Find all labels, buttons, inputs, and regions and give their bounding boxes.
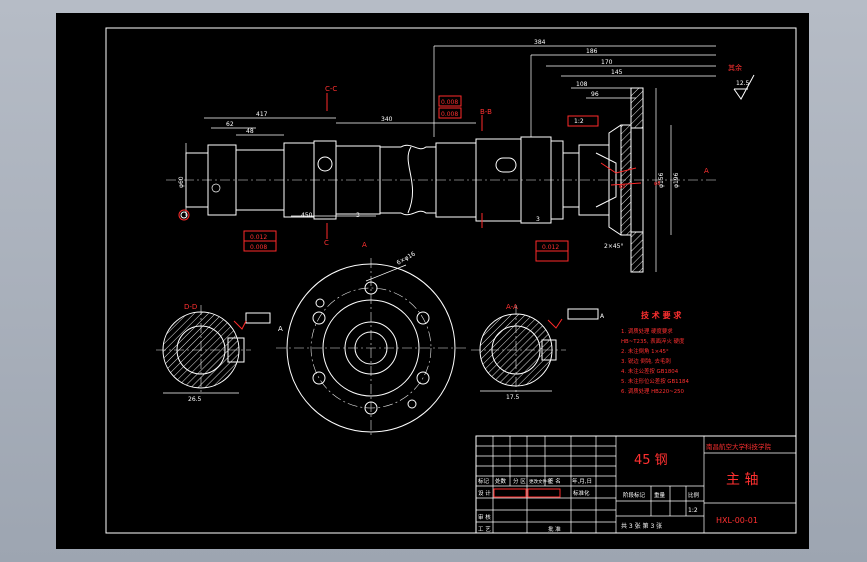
section-right: A-A 17.5 A — [471, 303, 605, 401]
svg-text:年,月,日: 年,月,日 — [572, 477, 592, 485]
title-block: 标记 处数 分 区 更改文件号 签 名 年,月,日 设 计 标准化 审 核 工 … — [475, 435, 797, 534]
datum-a: A — [278, 325, 283, 333]
dim-left-len: 417 — [256, 111, 268, 118]
dim-145: 145 — [611, 69, 623, 76]
section-mark-b-top: B-B — [480, 108, 492, 116]
cad-drawing: 384 186 170 145 108 96 417 62 48 340 φ60… — [105, 27, 797, 534]
svg-text:阶段标记: 阶段标记 — [623, 491, 646, 499]
dim-overall: 384 — [534, 39, 546, 46]
dim-bottom-3a: 3 — [356, 212, 360, 219]
svg-text:重量: 重量 — [654, 491, 666, 499]
svg-text:设 计: 设 计 — [478, 489, 491, 497]
dim-shaft-len: 340 — [381, 116, 393, 123]
svg-text:5. 未注形位公差按 GB1184: 5. 未注形位公差按 GB1184 — [621, 377, 689, 385]
svg-text:HB~T235, 表面淬火 硬度: HB~T235, 表面淬火 硬度 — [621, 337, 685, 345]
tech-req-title: 技 术 要 求 — [641, 310, 682, 320]
svg-text:2. 未注倒角 1×45°: 2. 未注倒角 1×45° — [621, 347, 669, 355]
svg-text:标记: 标记 — [478, 477, 490, 485]
dim-170: 170 — [601, 59, 613, 66]
dim-bottom-3b: 3 — [536, 216, 540, 223]
svg-text:0.012: 0.012 — [250, 234, 267, 241]
scale-value: 1:2 — [688, 507, 698, 514]
svg-text:0.008: 0.008 — [441, 111, 458, 118]
dim-ratio: 1:2 — [574, 118, 584, 125]
section-left: D-D 26.5 — [156, 303, 271, 403]
section-left-width: 26.5 — [188, 396, 202, 403]
svg-text:φ8: φ8 — [619, 184, 625, 190]
svg-text:A: A — [600, 313, 605, 320]
section-label-left: D-D — [184, 303, 197, 311]
roughness-note: 其余 — [728, 63, 742, 72]
drawing-sheet: 384 186 170 145 108 96 417 62 48 340 φ60… — [56, 13, 809, 549]
svg-text:审 核: 审 核 — [478, 513, 491, 521]
svg-text:6. 调质处理 HB220~250: 6. 调质处理 HB220~250 — [621, 387, 685, 395]
flange-view: A 6×φ16 A — [276, 241, 466, 438]
drawing-number: HXL-00-01 — [716, 516, 758, 525]
svg-text:φ8: φ8 — [654, 181, 660, 187]
svg-text:1. 调质处理 硬度要求: 1. 调质处理 硬度要求 — [621, 327, 673, 335]
view-arrow-a: A — [704, 167, 709, 175]
material: 45 钢 — [634, 453, 668, 468]
svg-text:比例: 比例 — [688, 491, 700, 499]
dim-seg1: 62 — [226, 121, 234, 128]
roughness-symbol: 其余 12.5 — [728, 63, 755, 100]
svg-text:0.008: 0.008 — [441, 99, 458, 106]
section-right-width: 17.5 — [506, 394, 520, 401]
svg-text:处数: 处数 — [495, 477, 507, 485]
technical-requirements: 技 术 要 求 1. 调质处理 硬度要求 HB~T235, 表面淬火 硬度 2.… — [621, 310, 689, 395]
svg-text:工 艺: 工 艺 — [478, 526, 491, 533]
svg-text:标准化: 标准化 — [573, 489, 590, 497]
sheet-count: 共 3 张 第 3 张 — [621, 522, 662, 530]
svg-text:A: A — [362, 241, 367, 249]
dim-flange-dia: φ196 — [673, 172, 680, 188]
svg-text:C: C — [324, 239, 329, 247]
part-name: 主 轴 — [726, 472, 758, 488]
dim-108: 108 — [576, 81, 588, 88]
dim-96: 96 — [591, 91, 599, 98]
svg-text:0.012: 0.012 — [542, 244, 559, 251]
section-mark-c-top: C-C — [325, 85, 337, 93]
dim-186: 186 — [586, 48, 598, 55]
viewer-background: 384 186 170 145 108 96 417 62 48 340 φ60… — [0, 0, 867, 562]
svg-text:4. 未注公差按 GB1804: 4. 未注公差按 GB1804 — [621, 367, 679, 375]
svg-text:分 区: 分 区 — [513, 477, 526, 485]
dim-chamfer: 2×45° — [604, 243, 623, 250]
dim-left-dia: φ60 — [178, 176, 185, 188]
dim-seg2: 48 — [246, 128, 254, 135]
svg-text:0.008: 0.008 — [250, 244, 267, 251]
flange-hole-note: 6×φ16 — [396, 250, 417, 266]
school-name: 南昌航空大学科技学院 — [706, 442, 772, 451]
dim-bottom-450: 450 — [301, 212, 313, 219]
svg-text:3. 锐边 倒钝, 去毛刺: 3. 锐边 倒钝, 去毛刺 — [621, 357, 671, 365]
svg-text:批 准: 批 准 — [548, 525, 561, 533]
svg-text:签 名: 签 名 — [548, 477, 561, 485]
